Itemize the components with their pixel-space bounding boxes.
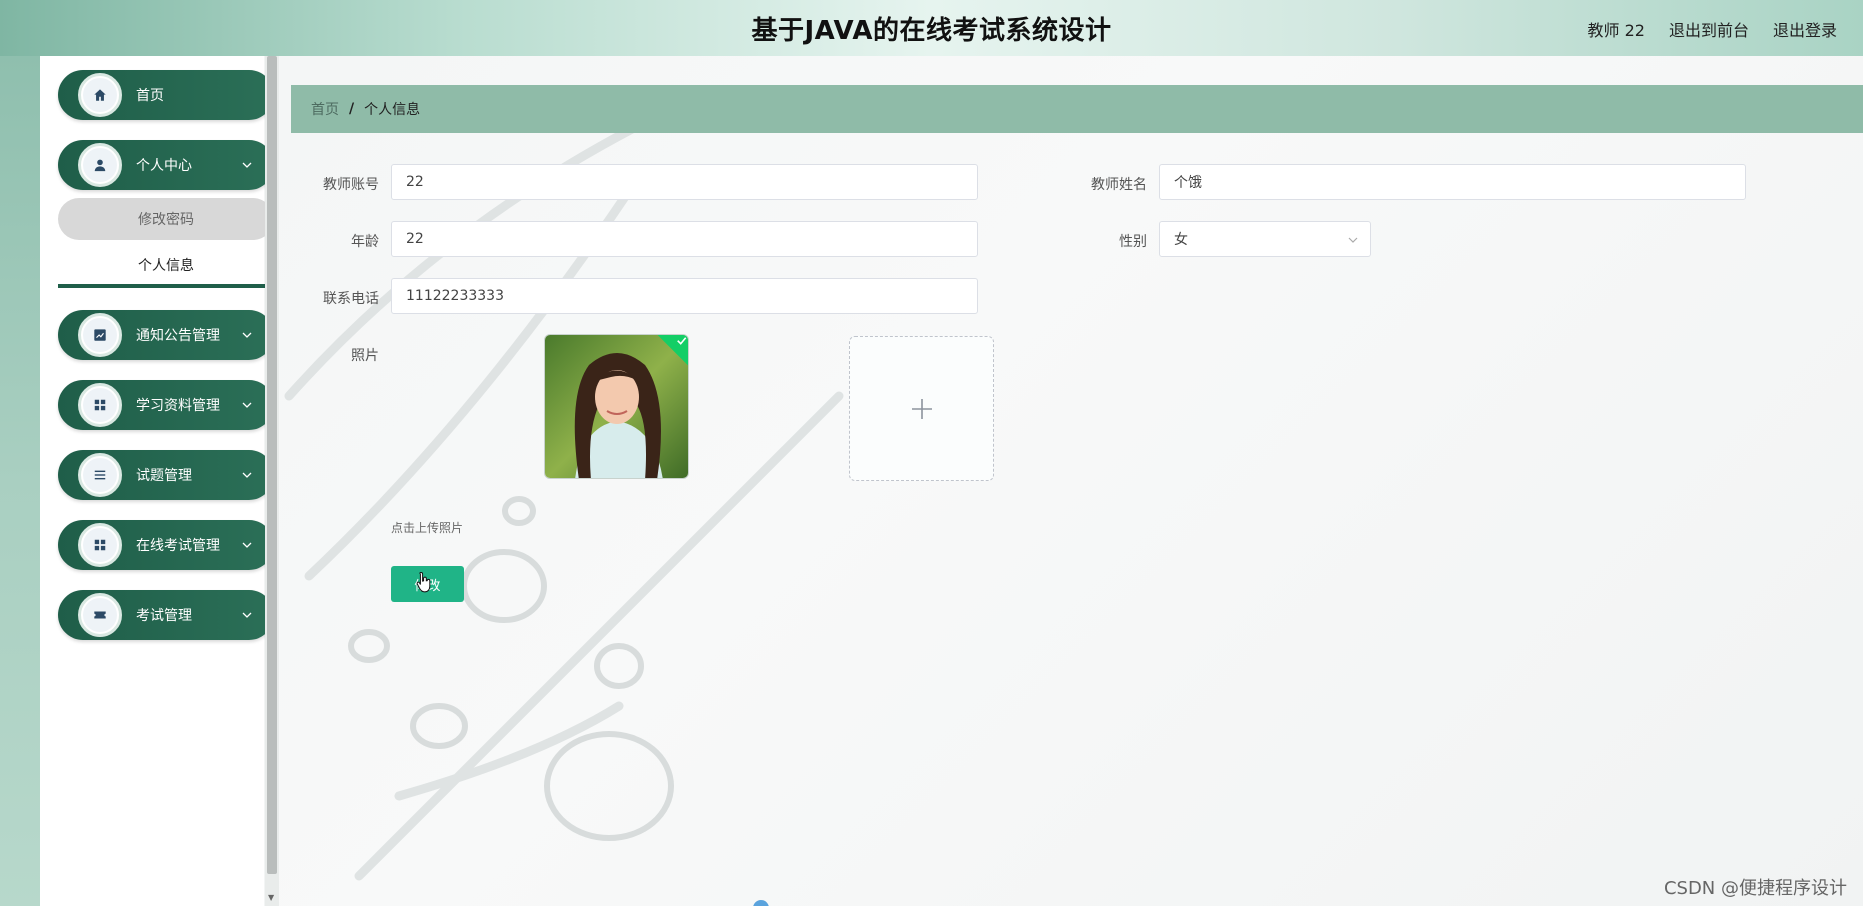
name-value: 个饿	[1174, 175, 1202, 191]
chevron-down-icon	[242, 542, 252, 548]
submenu-item-change-password[interactable]: 修改密码	[58, 198, 274, 240]
account-input[interactable]: 22	[391, 164, 978, 200]
app-title: 基于JAVA的在线考试系统设计	[751, 16, 1112, 46]
photo-upload-box[interactable]	[849, 336, 994, 481]
chevron-down-icon	[242, 612, 252, 618]
sidebar-item-label: 试题管理	[136, 468, 192, 484]
photo-label: 照片	[351, 348, 379, 364]
sidebar-scrollbar[interactable]: ▼	[265, 56, 279, 906]
sidebar-item-exam-management[interactable]: 考试管理	[58, 590, 274, 640]
uploaded-photo[interactable]	[544, 334, 689, 479]
home-icon	[94, 89, 106, 101]
sidebar-item-label: 学习资料管理	[136, 398, 220, 414]
name-input[interactable]: 个饿	[1159, 164, 1746, 200]
chevron-down-icon	[242, 162, 252, 168]
grid-icon	[94, 399, 106, 411]
chart-icon	[94, 329, 106, 341]
phone-value: 11122233333	[406, 288, 504, 304]
check-icon	[677, 337, 687, 345]
list-icon	[94, 470, 106, 480]
age-label: 年龄	[351, 234, 379, 250]
gender-label: 性别	[1119, 234, 1147, 250]
main-content: 首页 / 个人信息 教师账号 22 教师姓名 个饿 年龄 22 性别 女 联系电…	[279, 56, 1863, 906]
account-value: 22	[406, 174, 424, 190]
age-value: 22	[406, 231, 424, 247]
current-user-label: 教师 22	[1587, 21, 1645, 40]
phone-input[interactable]: 11122233333	[391, 278, 978, 314]
account-label: 教师账号	[323, 177, 379, 193]
user-icon	[94, 159, 106, 172]
left-decorative-strip	[0, 56, 40, 906]
watermark: CSDN @便捷程序设计	[1663, 878, 1847, 899]
sidebar-item-label: 通知公告管理	[136, 328, 220, 344]
sidebar-item-label: 个人中心	[136, 158, 192, 174]
sidebar-item-home[interactable]: 首页	[58, 70, 274, 120]
top-header: 基于JAVA的在线考试系统设计 教师 22 退出到前台 退出登录	[0, 0, 1863, 56]
scrollbar-thumb[interactable]	[267, 56, 277, 874]
sidebar-item-label: 在线考试管理	[136, 538, 220, 554]
gender-select[interactable]: 女	[1159, 221, 1371, 257]
scroll-down-arrow-icon[interactable]: ▼	[268, 893, 274, 902]
logout-link[interactable]: 退出登录	[1773, 17, 1837, 41]
plus-icon	[911, 398, 932, 419]
breadcrumb-current: 个人信息	[364, 102, 421, 118]
chevron-down-icon	[242, 332, 252, 338]
breadcrumb-separator: /	[349, 101, 355, 117]
gender-value: 女	[1174, 232, 1188, 248]
sidebar-item-study-material-management[interactable]: 学习资料管理	[58, 380, 274, 430]
sidebar-item-notice-management[interactable]: 通知公告管理	[58, 310, 274, 360]
sidebar-item-label: 首页	[136, 88, 164, 104]
hand-pointer-icon	[416, 571, 431, 593]
submenu-item-personal-info[interactable]: 个人信息	[58, 246, 274, 288]
age-input[interactable]: 22	[391, 221, 978, 257]
breadcrumb-home-link[interactable]: 首页	[311, 99, 339, 119]
phone-label: 联系电话	[323, 291, 379, 307]
chevron-down-icon	[1348, 237, 1358, 243]
grid-icon	[94, 539, 106, 551]
portrait-image	[545, 335, 688, 478]
menu-icon-frame	[78, 73, 122, 117]
sidebar-item-personal-center[interactable]: 个人中心	[58, 140, 274, 190]
sidebar-item-online-exam-management[interactable]: 在线考试管理	[58, 520, 274, 570]
breadcrumb: 首页 / 个人信息	[291, 85, 1863, 133]
sidebar-item-question-management[interactable]: 试题管理	[58, 450, 274, 500]
chevron-down-icon	[242, 472, 252, 478]
back-to-frontend-link[interactable]: 退出到前台	[1669, 17, 1749, 41]
sidebar: 首页 个人中心 修改密码 个人信息 通知公告管理 学习资料管理 试题管理 在线考…	[40, 56, 274, 906]
name-label: 教师姓名	[1091, 177, 1147, 193]
chevron-down-icon	[242, 402, 252, 408]
header-actions: 教师 22 退出到前台 退出登录	[1588, 17, 1837, 41]
upload-tip: 点击上传照片	[391, 521, 464, 535]
ticket-icon	[94, 611, 106, 619]
sidebar-item-label: 考试管理	[136, 608, 192, 624]
